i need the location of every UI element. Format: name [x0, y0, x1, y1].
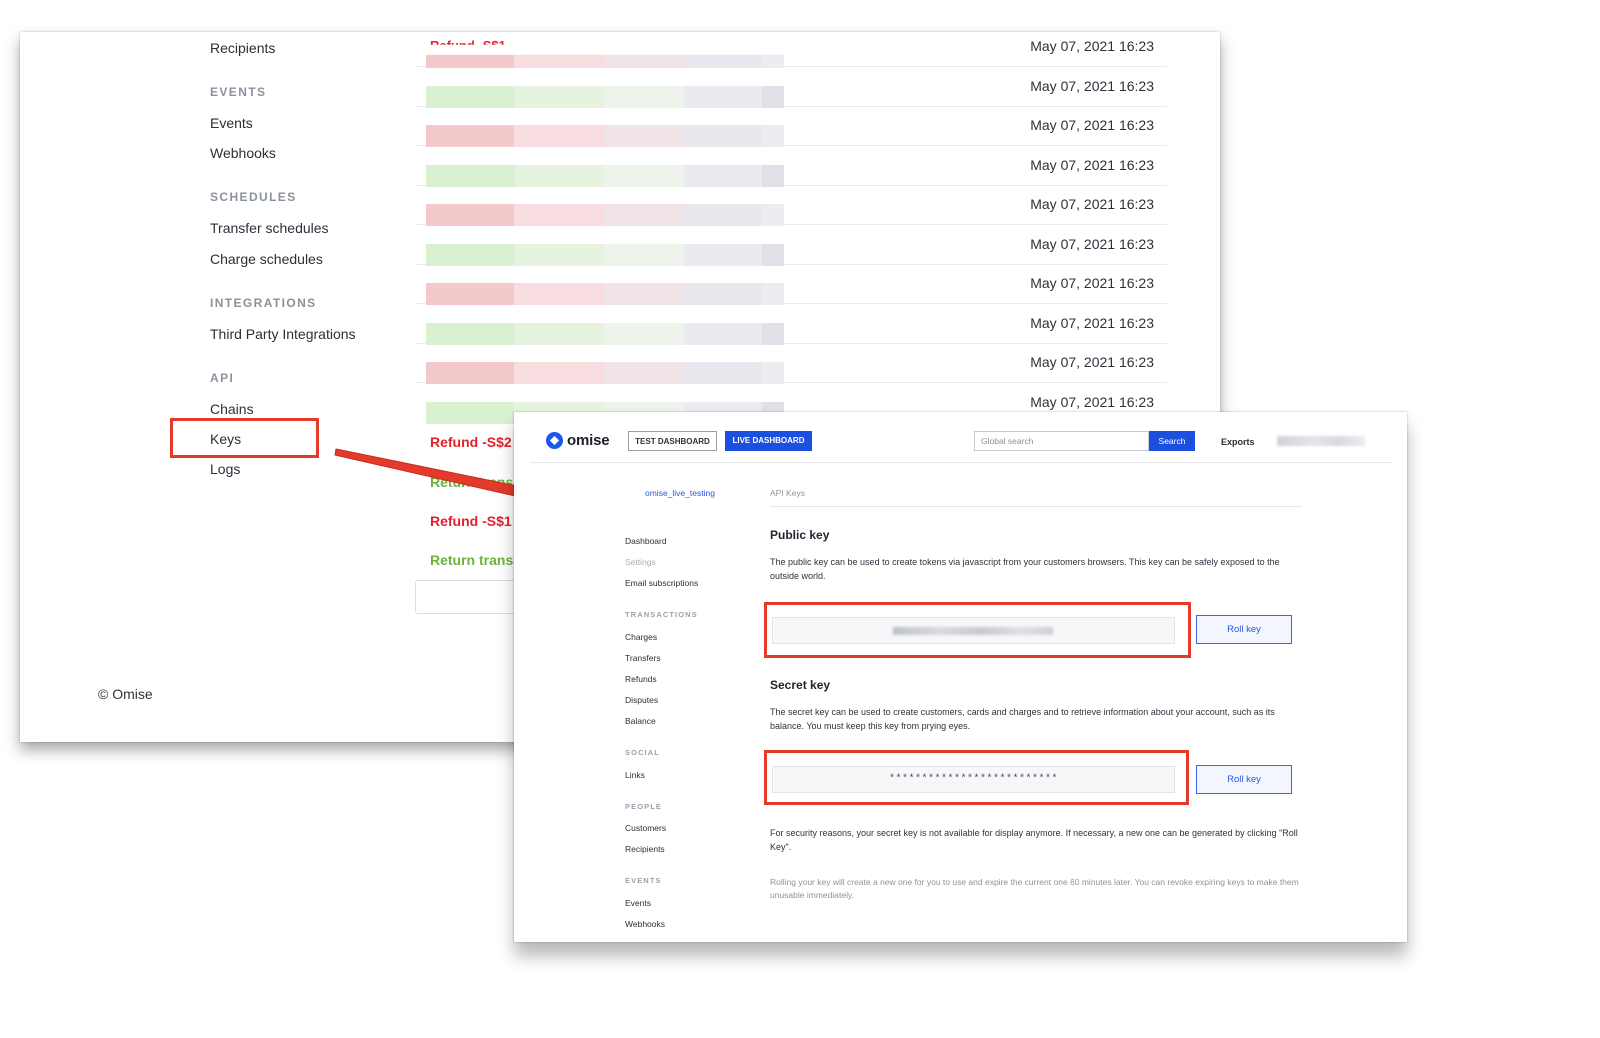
live-dashboard-button[interactable]: LIVE DASHBOARD: [725, 431, 812, 451]
sidebar-item-disputes[interactable]: Disputes: [625, 695, 658, 705]
transaction-date: May 07, 2021 16:23: [1030, 117, 1154, 133]
omise-logo[interactable]: omise: [546, 432, 610, 449]
roll-public-key-button[interactable]: Roll key: [1196, 615, 1292, 644]
sidebar-item-charge-schedules[interactable]: Charge schedules: [210, 251, 323, 267]
sidebar-group-events: EVENTS: [210, 85, 267, 99]
transaction-date: May 07, 2021 16:23: [1030, 314, 1154, 331]
sidebar-item-events[interactable]: Events: [625, 898, 651, 908]
sidebar-group-events: EVENTS: [625, 876, 662, 885]
transaction-date: May 07, 2021 16:23: [1030, 235, 1154, 252]
transaction-date: May 07, 2021 16:23: [1030, 354, 1154, 370]
sidebar-item-webhooks[interactable]: Webhooks: [210, 145, 276, 161]
sidebar-item-customers[interactable]: Customers: [625, 823, 666, 833]
public-key-title: Public key: [770, 528, 830, 542]
transaction-label-refund: Refund -S$2: [430, 434, 512, 450]
sidebar-item-webhooks[interactable]: Webhooks: [625, 919, 665, 929]
sidebar-item-events[interactable]: Events: [210, 115, 253, 131]
transaction-date: May 07, 2021 16:23: [1030, 156, 1154, 173]
security-note: For security reasons, your secret key is…: [770, 828, 1298, 852]
transaction-label-partial: Refund -S$1: [430, 38, 506, 53]
rolling-note: Rolling your key will create a new one f…: [770, 877, 1299, 900]
secret-key-title: Secret key: [770, 678, 831, 692]
sidebar-group-social: SOCIAL: [625, 748, 660, 757]
api-keys-screenshot: omise TEST DASHBOARD LIVE DASHBOARD Sear…: [514, 412, 1407, 942]
transaction-label-return: Return transa: [430, 552, 522, 568]
sidebar-item-transfers[interactable]: Transfers: [625, 653, 661, 663]
public-key-description: The public key can be used to create tok…: [770, 557, 1280, 581]
sidebar-group-transactions: TRANSACTIONS: [625, 610, 698, 619]
sidebar-item-chains[interactable]: Chains: [210, 401, 254, 417]
account-menu-redacted[interactable]: [1277, 436, 1365, 446]
breadcrumb-divider: [770, 506, 1302, 507]
secret-key-description: The secret key can be used to create cus…: [770, 707, 1275, 731]
transaction-label-refund: Refund -S$1: [430, 513, 512, 529]
sidebar-item-recipients[interactable]: Recipients: [625, 844, 665, 854]
sidebar-item-settings[interactable]: Settings: [625, 557, 656, 567]
transaction-date: May 07, 2021 16:23: [1030, 275, 1154, 291]
transaction-label-return: Return transa: [430, 474, 522, 490]
secret-key-annotation-box: [764, 750, 1189, 805]
brand-name: omise: [567, 432, 610, 449]
roll-secret-key-button[interactable]: Roll key: [1196, 765, 1292, 794]
keys-annotation-box: [170, 418, 319, 458]
sidebar-item-recipients[interactable]: Recipients: [210, 40, 275, 56]
test-dashboard-button[interactable]: TEST DASHBOARD: [628, 431, 717, 451]
top-bar: omise TEST DASHBOARD LIVE DASHBOARD Sear…: [514, 412, 1407, 464]
transaction-date: May 07, 2021 16:23: [1030, 77, 1154, 94]
breadcrumb: API Keys: [770, 488, 805, 498]
sidebar-group-people: PEOPLE: [625, 802, 663, 811]
top-bar-divider: [530, 462, 1392, 463]
sidebar-item-charges[interactable]: Charges: [625, 632, 657, 642]
sidebar-item-third-party-integrations[interactable]: Third Party Integrations: [210, 326, 356, 342]
sidebar-item-transfer-schedules[interactable]: Transfer schedules: [210, 220, 329, 236]
search-button[interactable]: Search: [1149, 431, 1195, 451]
global-search-input[interactable]: [974, 431, 1149, 451]
sidebar-group-schedules: SCHEDULES: [210, 190, 297, 204]
sidebar-item-links[interactable]: Links: [625, 770, 645, 780]
sidebar-item-email-subscriptions[interactable]: Email subscriptions: [625, 578, 698, 588]
transaction-date: May 07, 2021 16:23: [1030, 393, 1154, 410]
sidebar-item-logs[interactable]: Logs: [210, 461, 240, 477]
sidebar-item-refunds[interactable]: Refunds: [625, 674, 657, 684]
sidebar-item-dashboard[interactable]: Dashboard: [625, 536, 667, 546]
pagination-button[interactable]: [415, 580, 527, 614]
sidebar-item-balance[interactable]: Balance: [625, 716, 656, 726]
footer-copyright: © Omise: [98, 686, 153, 702]
public-key-annotation-box: [764, 602, 1191, 658]
account-link[interactable]: omise_live_testing: [645, 488, 715, 498]
transaction-date: May 07, 2021 16:23: [1030, 38, 1154, 54]
sidebar-group-api: API: [210, 371, 235, 385]
sidebar-group-integrations: INTEGRATIONS: [210, 296, 317, 310]
transaction-date: May 07, 2021 16:23: [1030, 196, 1154, 212]
omise-logo-icon: [546, 432, 563, 449]
exports-link[interactable]: Exports: [1221, 437, 1255, 447]
